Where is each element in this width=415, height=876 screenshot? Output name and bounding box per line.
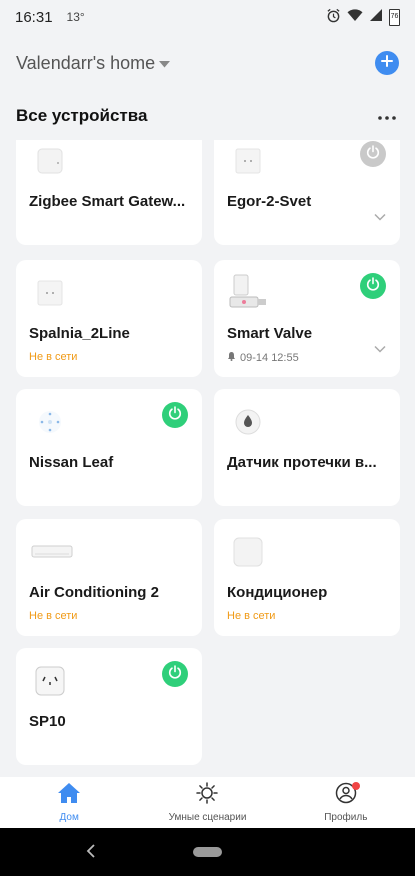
home-icon xyxy=(57,782,81,809)
home-gesture-pill[interactable] xyxy=(193,847,222,857)
status-time: 16:31 xyxy=(15,8,53,26)
home-selector[interactable]: Valendarr's home xyxy=(16,53,155,74)
device-card[interactable]: SP10 xyxy=(16,648,202,765)
device-name: SP10 xyxy=(29,713,66,730)
more-horizontal-icon xyxy=(378,107,396,125)
add-device-button[interactable] xyxy=(375,51,399,75)
device-name: Датчик протечки в... xyxy=(227,454,377,471)
tab-profile[interactable]: Профиль xyxy=(277,777,415,828)
power-toggle[interactable] xyxy=(360,141,386,167)
switch-icon xyxy=(228,141,268,181)
device-card[interactable]: Egor-2-Svet xyxy=(214,140,400,245)
device-name: Кондиционер xyxy=(227,584,328,601)
power-toggle[interactable] xyxy=(360,273,386,299)
device-card[interactable]: Spalnia_2Line Не в сети xyxy=(16,260,202,377)
device-card[interactable]: Zigbee Smart Gatew... xyxy=(16,140,202,245)
power-icon xyxy=(365,144,381,165)
device-card[interactable]: Nissan Leaf xyxy=(16,389,202,506)
battery-icon: 76 xyxy=(389,8,400,26)
device-name: Air Conditioning 2 xyxy=(29,584,159,601)
device-card[interactable]: Датчик протечки в... xyxy=(214,389,400,506)
notification-badge xyxy=(351,782,360,790)
device-grid: Zigbee Smart Gatew... Egor-2-Svet Spalni… xyxy=(16,140,402,776)
offline-status: Не в сети xyxy=(29,351,78,363)
status-icons: 76 xyxy=(326,8,400,27)
tab-label: Умные сценарии xyxy=(168,812,247,823)
chevron-down-icon[interactable] xyxy=(374,340,386,358)
device-card[interactable]: Кондиционер Не в сети xyxy=(214,519,400,636)
tab-smart-scenes[interactable]: Умные сценарии xyxy=(138,777,276,828)
device-name: Spalnia_2Line xyxy=(29,325,130,342)
signal-icon xyxy=(369,8,383,26)
car-charger-icon xyxy=(30,402,70,442)
caret-down-icon[interactable] xyxy=(159,55,171,73)
home-header: Valendarr's home xyxy=(16,46,399,80)
battery-level: 76 xyxy=(390,12,399,20)
gateway-icon xyxy=(30,141,70,181)
last-event-time: 09-14 12:55 xyxy=(240,351,299,364)
bottom-tab-bar: Дом Умные сценарии Профиль xyxy=(0,777,415,828)
chevron-down-icon[interactable] xyxy=(374,208,386,226)
smart-plug-icon xyxy=(30,661,70,701)
last-event: 09-14 12:55 xyxy=(227,351,299,364)
switch-icon xyxy=(30,273,70,313)
section-header: Все устройства xyxy=(16,100,399,132)
device-name: Nissan Leaf xyxy=(29,454,114,471)
device-name: Zigbee Smart Gatew... xyxy=(29,193,186,210)
device-card[interactable]: Air Conditioning 2 Не в сети xyxy=(16,519,202,636)
section-title: Все устройства xyxy=(16,106,148,125)
bell-icon xyxy=(227,351,236,364)
plus-icon xyxy=(381,54,393,72)
power-icon xyxy=(167,664,183,685)
power-toggle[interactable] xyxy=(162,402,188,428)
status-bar: 16:31 13° 76 xyxy=(0,0,415,34)
power-toggle[interactable] xyxy=(162,661,188,687)
wifi-icon xyxy=(347,8,363,26)
system-nav-bar xyxy=(0,828,415,876)
back-icon[interactable] xyxy=(86,844,96,863)
remote-hub-icon xyxy=(228,532,268,572)
offline-status: Не в сети xyxy=(29,610,78,622)
alarm-icon xyxy=(326,8,341,27)
device-name: Smart Valve xyxy=(227,325,313,342)
power-icon xyxy=(167,405,183,426)
air-conditioner-icon xyxy=(30,532,74,572)
more-options-button[interactable] xyxy=(375,104,399,128)
offline-status: Не в сети xyxy=(227,610,276,622)
tab-label: Дом xyxy=(59,812,79,823)
tab-home[interactable]: Дом xyxy=(0,777,138,828)
valve-icon xyxy=(228,273,268,313)
power-icon xyxy=(365,276,381,297)
device-card[interactable]: Smart Valve 09-14 12:55 xyxy=(214,260,400,377)
status-temperature: 13° xyxy=(66,10,85,24)
water-leak-sensor-icon xyxy=(228,402,268,442)
device-name: Egor-2-Svet xyxy=(227,193,312,210)
sun-icon xyxy=(196,782,219,809)
tab-label: Профиль xyxy=(324,812,368,823)
